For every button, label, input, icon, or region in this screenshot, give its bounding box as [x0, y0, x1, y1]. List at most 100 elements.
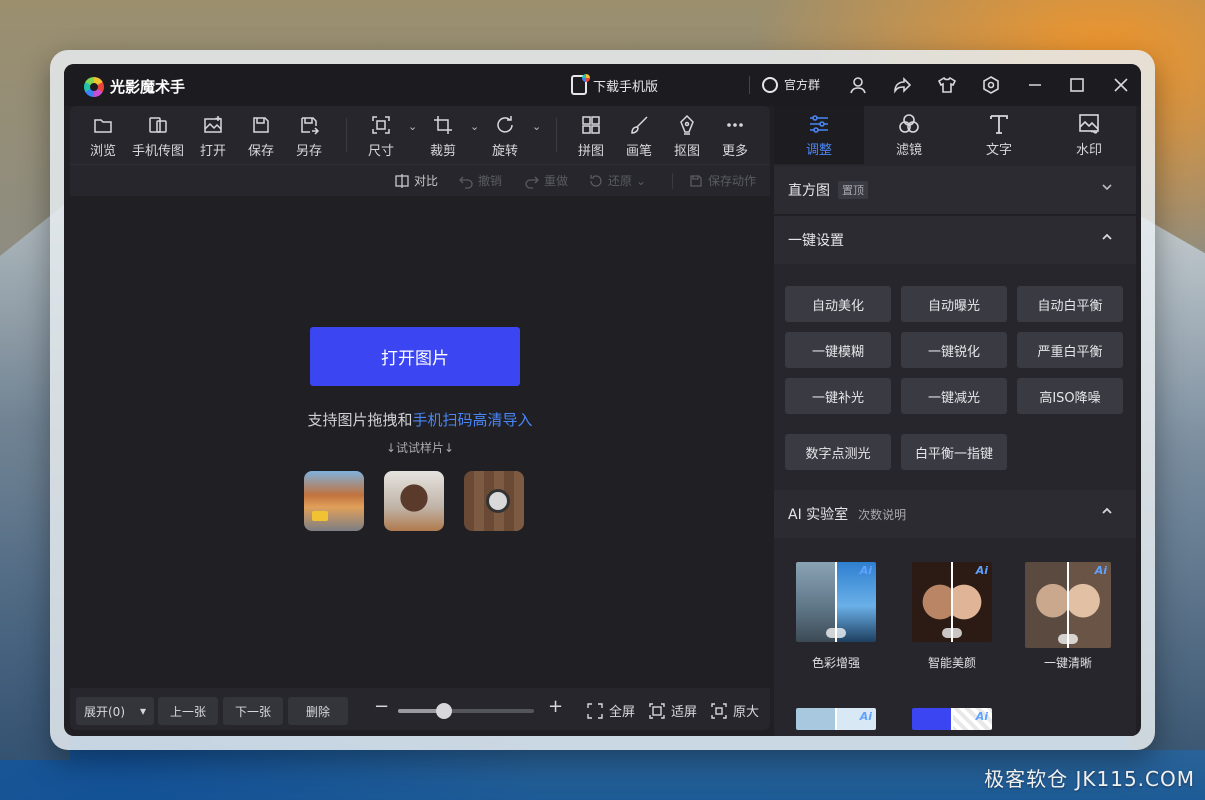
image-canvas[interactable]: 打开图片 支持图片拖拽和手机扫码高清导入 ↓试试样片↓ [70, 196, 770, 688]
phone-scan-import-link[interactable]: 手机扫码高清导入 [413, 411, 533, 429]
collage-button[interactable]: 拼图 [578, 114, 604, 159]
resize-label: 尺寸 [368, 144, 395, 159]
minimize-icon[interactable] [1024, 74, 1046, 96]
undo-icon [459, 176, 473, 189]
fit-screen-button[interactable]: 适屏 [648, 701, 697, 720]
one-click-section-header[interactable]: 一键设置 [774, 216, 1136, 264]
preset-auto-white-balance[interactable]: 自动白平衡 [1017, 286, 1123, 322]
tab-filter[interactable]: 滤镜 [864, 106, 954, 164]
rotate-button[interactable]: 旋转 [492, 114, 518, 159]
save-button[interactable]: 保存 [248, 114, 274, 159]
ai-beauty-label: 智能美颜 [927, 656, 976, 670]
open-image-button[interactable]: 打开图片 [310, 327, 520, 386]
settings-hex-icon[interactable] [980, 74, 1002, 96]
collage-icon [582, 116, 600, 134]
save-action-button[interactable]: 保存动作 [688, 172, 756, 189]
collage-label: 拼图 [578, 144, 605, 159]
crop-dropdown-icon[interactable]: ⌄ [470, 120, 479, 133]
preset-auto-exposure[interactable]: 自动曝光 [901, 286, 1007, 322]
app-logo: 光影魔术手 [84, 76, 185, 97]
preset-spot-metering[interactable]: 数字点测光 [785, 434, 891, 470]
download-phone-label: 下载手机版 [593, 79, 659, 95]
expand-filmstrip-button[interactable]: 展开(0) ▾ [76, 697, 154, 725]
support-hint: 支持图片拖拽和手机扫码高清导入 [70, 409, 770, 430]
zoom-out-icon[interactable]: − [374, 696, 389, 717]
original-size-button[interactable]: 原大 [710, 701, 759, 720]
preset-high-iso-denoise[interactable]: 高ISO降噪 [1017, 378, 1123, 414]
compare-button[interactable]: 对比 [394, 172, 438, 189]
browse-label: 浏览 [90, 144, 117, 159]
next-image-button[interactable]: 下一张 [223, 697, 283, 725]
tab-adjust[interactable]: 调整 [774, 106, 864, 164]
usage-info-link[interactable]: 次数说明 [858, 506, 906, 523]
redo-label: 重做 [544, 174, 569, 188]
delete-image-button[interactable]: 删除 [288, 697, 348, 725]
sample-photo-desk[interactable] [464, 471, 524, 531]
tab-watermark[interactable]: 水印 [1044, 106, 1134, 164]
phone-transfer-button[interactable]: 手机传图 [132, 114, 184, 159]
more-button[interactable]: 更多 [722, 114, 748, 159]
chevron-down-icon[interactable] [1100, 180, 1114, 194]
sample-photo-portrait[interactable] [384, 471, 444, 531]
preset-fill-light[interactable]: 一键补光 [785, 378, 891, 414]
phone-icon [571, 74, 590, 95]
histogram-title: 直方图 [788, 183, 830, 199]
restore-button[interactable]: 还原 ⌄ [588, 172, 646, 189]
zoom-slider[interactable] [398, 703, 534, 719]
ai-card-partial[interactable]: Ai [902, 708, 1002, 730]
cutout-button[interactable]: 抠图 [674, 114, 700, 159]
title-divider [749, 76, 750, 94]
rotate-dropdown-icon[interactable]: ⌄ [532, 120, 541, 133]
expand-caret-icon: ▾ [139, 704, 146, 718]
fullscreen-button[interactable]: 全屏 [586, 701, 635, 720]
chevron-up-icon[interactable] [1100, 230, 1114, 244]
browse-button[interactable]: 浏览 [90, 114, 116, 159]
ai-color-enhance-card[interactable]: Ai 色彩增强 [786, 562, 886, 671]
brush-label: 画笔 [626, 144, 653, 159]
save-as-button[interactable]: 另存 [296, 114, 322, 159]
tab-filter-label: 滤镜 [895, 143, 922, 158]
chevron-up-icon[interactable] [1100, 504, 1114, 518]
resize-button[interactable]: 尺寸 [368, 114, 394, 159]
ai-sharpen-card[interactable]: Ai 一键清晰 [1018, 562, 1118, 671]
expand-label: 展开(0) [84, 704, 125, 719]
original-size-label: 原大 [733, 705, 760, 720]
undo-button[interactable]: 撤销 [458, 172, 502, 189]
ai-card-partial[interactable]: Ai [786, 708, 886, 730]
save-action-label: 保存动作 [708, 174, 757, 188]
crop-button[interactable]: 裁剪 [430, 114, 456, 159]
pin-top-badge[interactable]: 置顶 [838, 181, 868, 199]
close-icon[interactable] [1110, 74, 1132, 96]
zoom-slider-thumb[interactable] [436, 703, 452, 719]
preset-white-balance-picker[interactable]: 白平衡一指键 [901, 434, 1007, 470]
zoom-in-icon[interactable]: + [548, 696, 563, 717]
prev-image-button[interactable]: 上一张 [158, 697, 218, 725]
preset-reduce-light[interactable]: 一键减光 [901, 378, 1007, 414]
redo-button[interactable]: 重做 [524, 172, 568, 189]
maximize-icon[interactable] [1066, 74, 1088, 96]
main-toolbar: 浏览 手机传图 打开 保存 另存 尺寸 ⌄ 裁剪 ⌄ 旋转 ⌄ 拼图 画笔 抠图… [70, 106, 770, 164]
preset-auto-enhance[interactable]: 自动美化 [785, 286, 891, 322]
skin-shirt-icon[interactable] [936, 74, 958, 96]
save-as-icon [301, 117, 320, 135]
save-icon [253, 117, 269, 133]
preset-one-click-sharpen[interactable]: 一键锐化 [901, 332, 1007, 368]
group-chat-button[interactable]: 官方群 [762, 76, 820, 93]
ai-partial-thumbnail: Ai [912, 708, 992, 730]
brush-button[interactable]: 画笔 [626, 114, 652, 159]
histogram-section-header[interactable]: 直方图 置顶 [774, 166, 1136, 214]
user-icon[interactable] [847, 74, 869, 96]
ai-lab-section-header[interactable]: AI 实验室 次数说明 [774, 490, 1136, 538]
phone-transfer-icon [149, 117, 167, 133]
open-button[interactable]: 打开 [200, 114, 226, 159]
preset-one-click-blur[interactable]: 一键模糊 [785, 332, 891, 368]
sample-photo-road[interactable] [304, 471, 364, 531]
resize-dropdown-icon[interactable]: ⌄ [408, 120, 417, 133]
group-chat-label: 官方群 [784, 78, 821, 92]
ai-beauty-card[interactable]: Ai 智能美颜 [902, 562, 1002, 671]
share-icon[interactable] [892, 74, 914, 96]
tab-text[interactable]: 文字 [954, 106, 1044, 164]
preset-severe-white-balance[interactable]: 严重白平衡 [1017, 332, 1123, 368]
rotate-icon [497, 116, 513, 133]
download-phone-link[interactable]: 下载手机版 [571, 74, 659, 95]
